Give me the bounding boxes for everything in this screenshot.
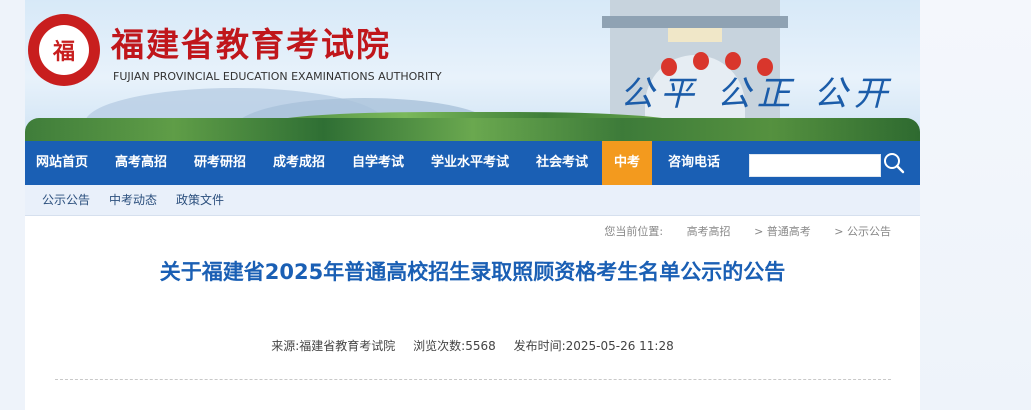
- subnav-item-news[interactable]: 中考动态: [109, 185, 157, 215]
- breadcrumb-item[interactable]: > 普通高考: [754, 225, 811, 238]
- breadcrumb: 您当前位置: 高考高招 > 普通高考 > 公示公告: [600, 223, 891, 239]
- site-title: 福建省教育考试院: [111, 25, 391, 64]
- nav-item-zixue[interactable]: 自学考试: [341, 141, 415, 185]
- views-value: 5568: [465, 339, 496, 353]
- article-meta: 来源:福建省教育考试院 浏览次数:5568 发布时间:2025-05-26 11…: [25, 337, 920, 354]
- nav-item-xueye[interactable]: 学业水平考试: [420, 141, 520, 185]
- divider: [55, 379, 891, 380]
- nav-item-home[interactable]: 网站首页: [25, 141, 99, 185]
- site-logo[interactable]: 福: [28, 14, 100, 86]
- search-button[interactable]: [879, 150, 909, 176]
- search-input[interactable]: [749, 154, 881, 177]
- date-label: 发布时间:: [513, 339, 566, 353]
- nav-item-chengkao[interactable]: 成考成招: [262, 141, 336, 185]
- article-title: 关于福建省2025年普通高校招生录取照顾资格考生名单公示的公告: [159, 260, 786, 284]
- site-subtitle: FUJIAN PROVINCIAL EDUCATION EXAMINATIONS…: [113, 70, 442, 83]
- nav-item-gaokao[interactable]: 高考高招: [104, 141, 178, 185]
- page-background-right: [920, 0, 1031, 410]
- nav-item-shehui[interactable]: 社会考试: [525, 141, 599, 185]
- main-nav: 网站首页 高考高招 研考研招 成考成招 自学考试 学业水平考试 社会考试 中考 …: [25, 141, 920, 185]
- gate-plaque: [668, 28, 722, 42]
- views-label: 浏览次数:: [413, 339, 466, 353]
- logo-emblem-icon: 福: [39, 25, 89, 75]
- header-banner: 福 福建省教育考试院 FUJIAN PROVINCIAL EDUCATION E…: [25, 0, 920, 141]
- banner-slogan: 公平 公正 公开: [620, 74, 894, 114]
- breadcrumb-item[interactable]: > 公示公告: [834, 225, 891, 238]
- source-value: 福建省教育考试院: [299, 339, 396, 353]
- subnav-item-policy[interactable]: 政策文件: [176, 185, 224, 215]
- nav-item-phone[interactable]: 咨询电话: [657, 141, 731, 185]
- banner-trees: [25, 118, 920, 141]
- nav-item-yankao[interactable]: 研考研招: [183, 141, 257, 185]
- search-icon: [884, 153, 905, 174]
- page-container: 福 福建省教育考试院 FUJIAN PROVINCIAL EDUCATION E…: [25, 0, 920, 410]
- date-value: 2025-05-26 11:28: [565, 339, 674, 353]
- nav-item-zhongkao[interactable]: 中考: [602, 141, 652, 185]
- source-label: 来源:: [271, 339, 300, 353]
- sub-nav: 公示公告 中考动态 政策文件: [25, 185, 920, 216]
- gate-beam: [602, 16, 788, 28]
- article-panel: 您当前位置: 高考高招 > 普通高考 > 公示公告 关于福建省2025年普通高校…: [25, 216, 920, 410]
- subnav-item-announcements[interactable]: 公示公告: [42, 185, 90, 215]
- breadcrumb-label: 您当前位置:: [604, 225, 664, 238]
- breadcrumb-item[interactable]: 高考高招: [687, 225, 731, 238]
